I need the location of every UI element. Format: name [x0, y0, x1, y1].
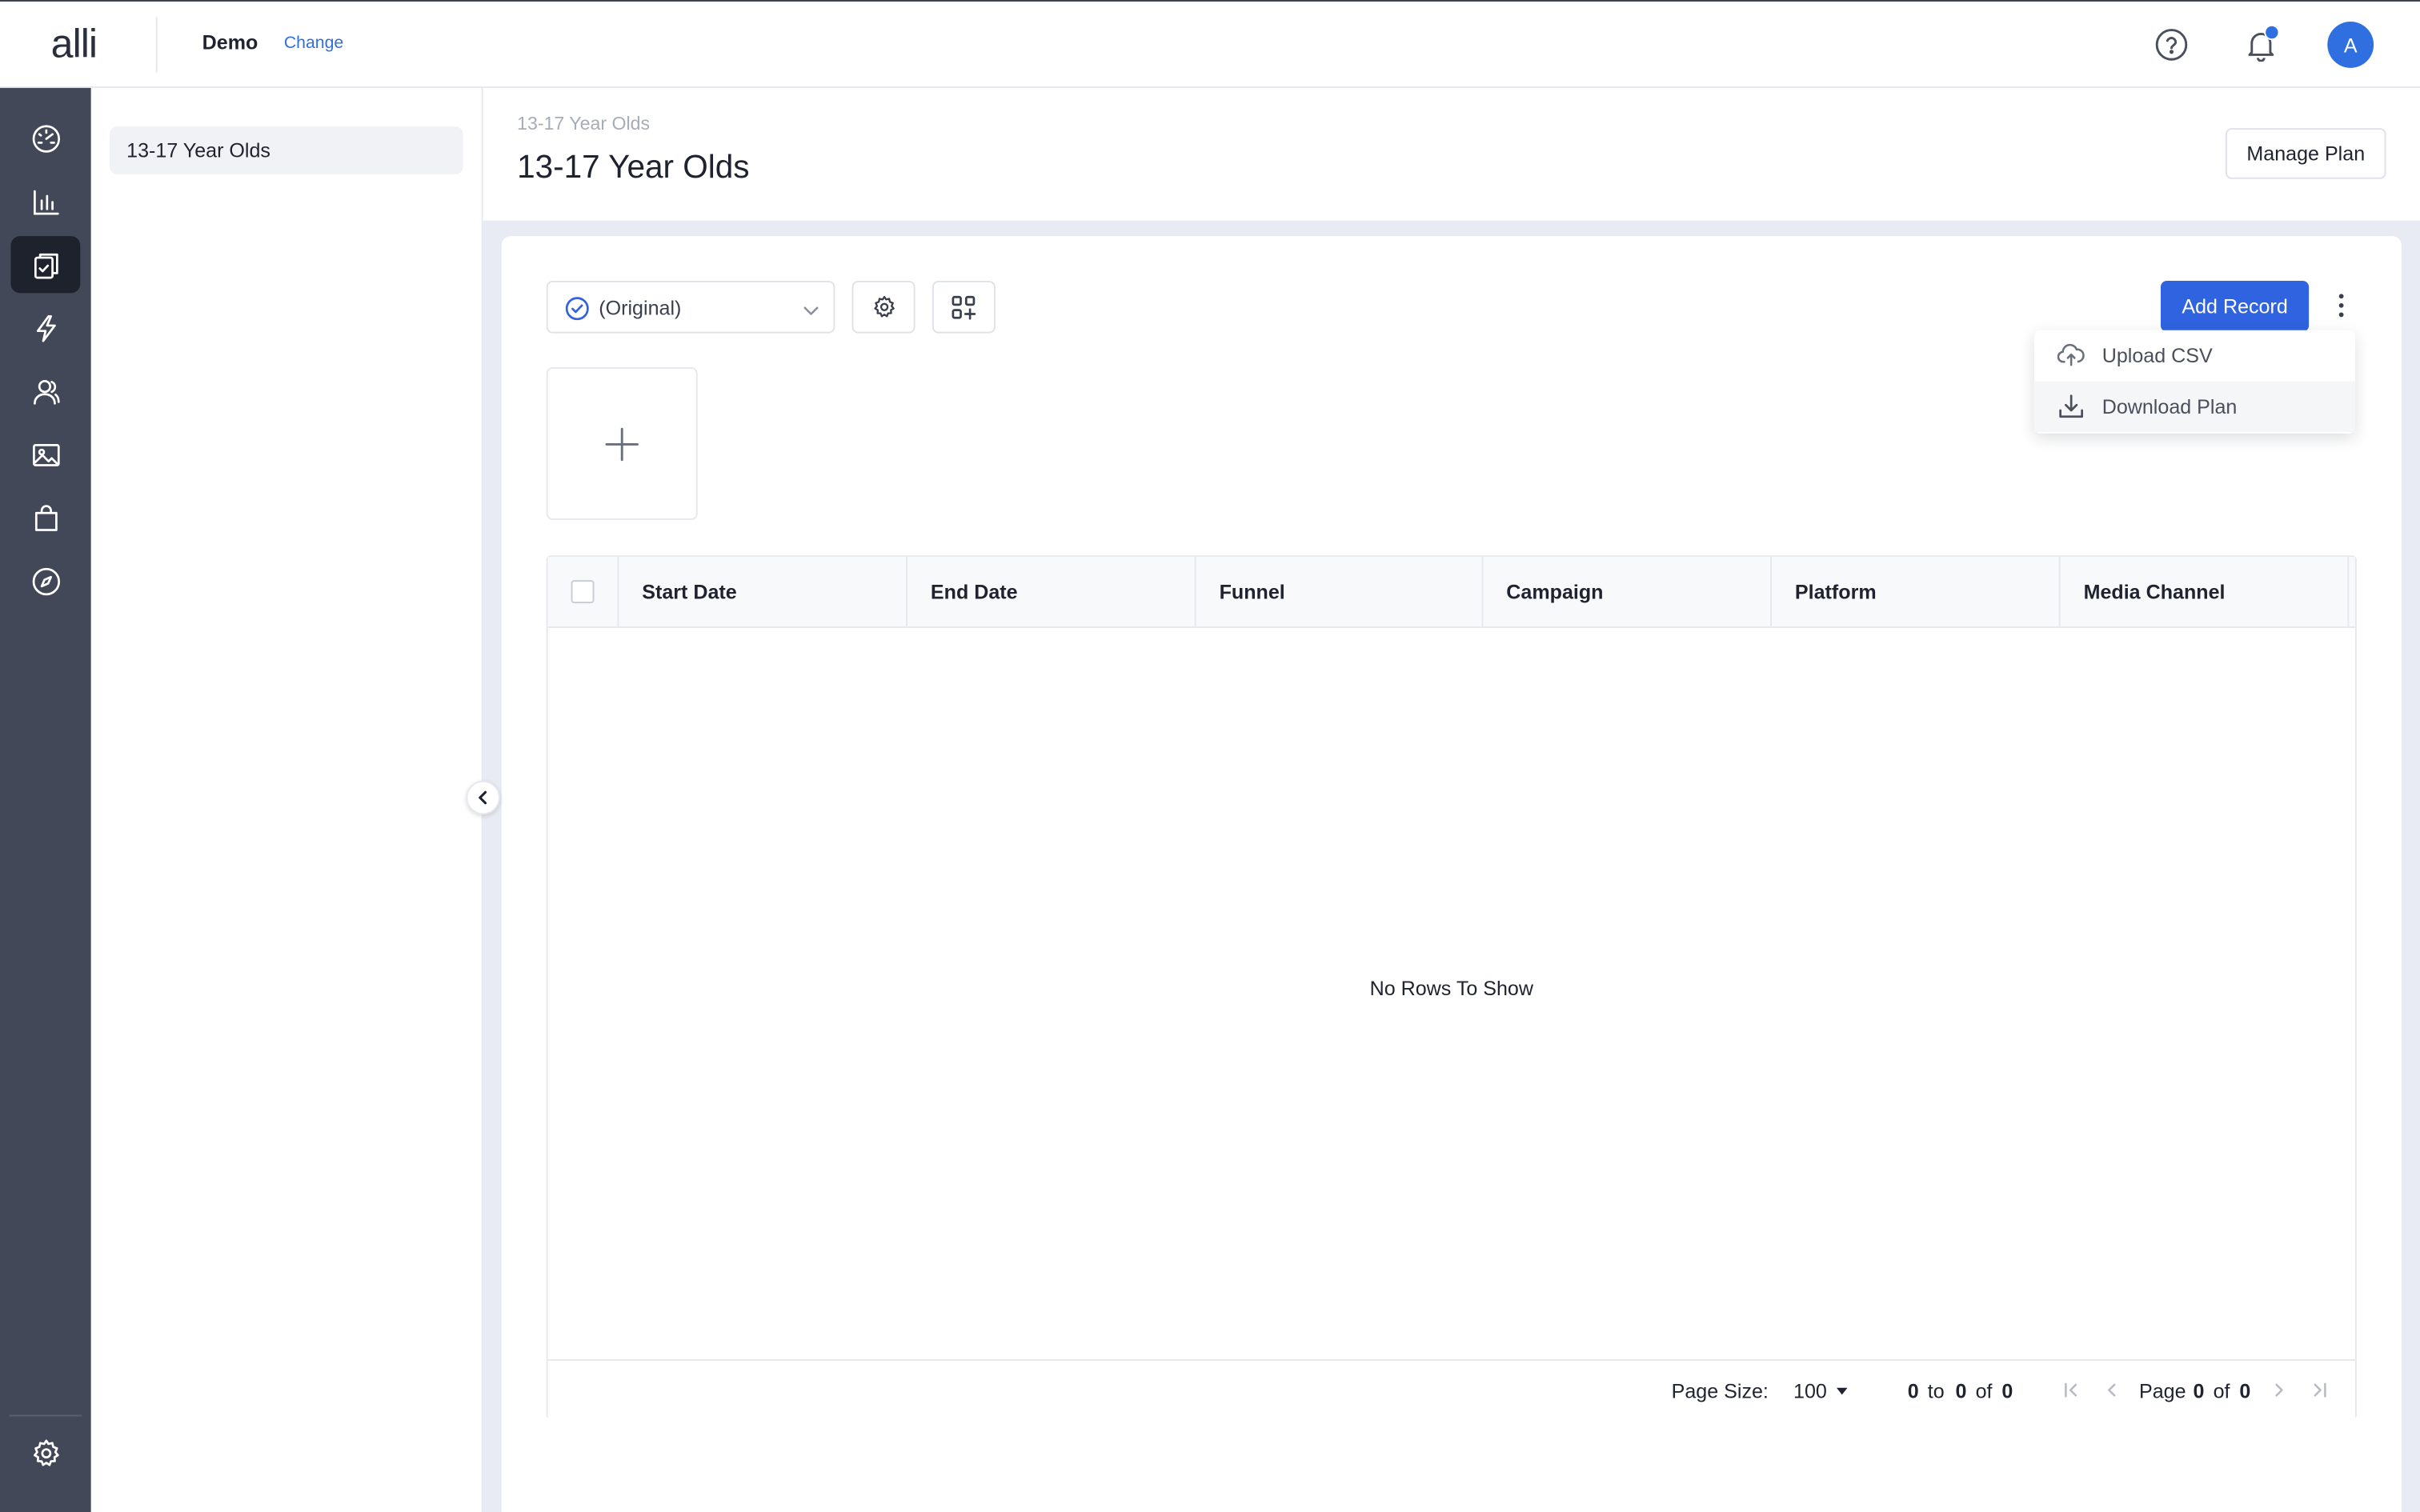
range-total: 0 — [2001, 1379, 2013, 1403]
bar-chart-icon — [33, 189, 58, 214]
page-total: 0 — [2239, 1379, 2251, 1403]
select-all-cell — [548, 557, 619, 628]
nav-settings[interactable] — [10, 1424, 80, 1481]
page-size-value: 100 — [1793, 1379, 1827, 1403]
add-chart-tile[interactable] — [546, 366, 698, 520]
nav-dashboard[interactable] — [10, 110, 80, 166]
chevron-left-icon — [479, 790, 487, 805]
menu-item-label: Upload CSV — [2101, 344, 2213, 367]
image-icon — [32, 443, 59, 466]
first-page-icon[interactable] — [2061, 1379, 2082, 1401]
top-bar: alli Demo Change A — [0, 0, 2420, 88]
grid-header: Start Date End Date Funnel Campaign Plat… — [547, 557, 2355, 628]
compass-icon — [31, 566, 60, 595]
user-avatar[interactable]: A — [2327, 21, 2374, 68]
select-all-checkbox[interactable] — [571, 580, 595, 604]
sidebar-item-13-17-year-olds[interactable]: 13-17 Year Olds — [109, 126, 463, 174]
page-title: 13-17 Year Olds — [517, 150, 750, 186]
page-current: 0 — [2193, 1379, 2205, 1403]
main-nav-rail — [0, 87, 91, 1512]
nav-creative[interactable] — [10, 426, 80, 482]
top-bar-divider — [155, 17, 158, 73]
menu-item-download-plan[interactable]: Download Plan — [2033, 381, 2355, 432]
chevron-down-icon — [803, 299, 819, 327]
manage-plan-button[interactable]: Manage Plan — [2225, 128, 2386, 179]
records-grid: Start Date End Date Funnel Campaign Plat… — [546, 555, 2357, 1420]
lightning-icon — [35, 314, 55, 342]
column-header-funnel[interactable]: Funnel — [1196, 557, 1484, 628]
nav-explore[interactable] — [10, 552, 80, 609]
page-header: 13-17 Year Olds 13-17 Year Olds Manage P… — [483, 87, 2420, 221]
page-size-label: Page Size: — [1671, 1379, 1769, 1403]
clipboard-check-icon — [34, 252, 58, 278]
grid-add-icon — [952, 294, 976, 319]
audience-icon — [33, 379, 59, 404]
previous-page-icon[interactable] — [2101, 1379, 2122, 1401]
range-end: 0 — [1955, 1379, 1967, 1403]
page-of-label: of — [2213, 1379, 2230, 1403]
range-start: 0 — [1907, 1379, 1919, 1403]
page-size-select[interactable]: 100 — [1793, 1379, 1849, 1402]
change-client-link[interactable]: Change — [284, 34, 343, 52]
column-header-campaign[interactable]: Campaign — [1483, 557, 1772, 628]
download-icon — [2057, 394, 2085, 427]
page-label: Page — [2138, 1379, 2186, 1403]
version-select-value: (Original) — [599, 296, 682, 320]
dashboard-icon — [31, 124, 60, 152]
nav-planning[interactable] — [10, 236, 81, 294]
caret-down-icon — [1837, 1387, 1849, 1395]
menu-item-upload-csv[interactable]: Upload CSV — [2034, 330, 2355, 382]
notifications-bell-icon[interactable] — [2239, 23, 2282, 66]
nav-reports[interactable] — [10, 173, 80, 230]
range-to-label: to — [1927, 1379, 1945, 1403]
plan-sidebar: 13-17 Year Olds — [90, 87, 483, 1512]
nav-marketplace[interactable] — [10, 489, 80, 546]
range-of-label: of — [1975, 1379, 1993, 1403]
menu-item-label: Download Plan — [2101, 394, 2238, 418]
plus-icon — [605, 426, 639, 461]
breadcrumb[interactable]: 13-17 Year Olds — [517, 113, 650, 134]
version-select[interactable]: (Original) — [546, 280, 835, 334]
column-header-end-date[interactable]: End Date — [908, 557, 1196, 628]
collapse-sidebar-button[interactable] — [466, 780, 500, 815]
nav-automations[interactable] — [10, 299, 80, 356]
column-header-media-channel[interactable]: Media Channel — [2061, 557, 2350, 628]
grid-pagination: Page Size: 100 0 to 0 of 0 Page 0 of 0 — [547, 1359, 2355, 1420]
gear-icon — [33, 1438, 58, 1466]
grid-settings-button[interactable] — [851, 280, 916, 334]
more-options-menu: Upload CSV Download Plan — [2033, 330, 2355, 434]
nav-audiences[interactable] — [10, 362, 80, 419]
client-name: Demo — [202, 30, 258, 54]
add-record-button[interactable]: Add Record — [2160, 280, 2310, 332]
gear-icon — [873, 295, 894, 318]
notification-badge — [2264, 24, 2280, 41]
column-header-start-date[interactable]: Start Date — [619, 557, 908, 628]
add-widget-button[interactable] — [932, 280, 996, 334]
last-page-icon[interactable] — [2309, 1379, 2330, 1401]
check-circle-icon — [565, 296, 590, 328]
app-root: alli Demo Change A 13-17 Year Olds 13-17… — [0, 0, 2420, 1512]
cloud-upload-icon — [2057, 342, 2085, 374]
more-options-icon[interactable] — [2326, 284, 2357, 327]
column-header-platform[interactable]: Platform — [1772, 557, 2061, 628]
plan-card: (Original) Add Record Upload CSV Downloa… — [501, 236, 2402, 1512]
nav-divider — [9, 1414, 82, 1417]
next-page-icon[interactable] — [2269, 1379, 2290, 1401]
empty-state-message: No Rows To Show — [1369, 976, 1534, 1000]
alli-logo[interactable]: alli — [51, 20, 98, 68]
help-icon[interactable] — [2150, 23, 2193, 66]
shopping-bag-icon — [34, 504, 57, 530]
